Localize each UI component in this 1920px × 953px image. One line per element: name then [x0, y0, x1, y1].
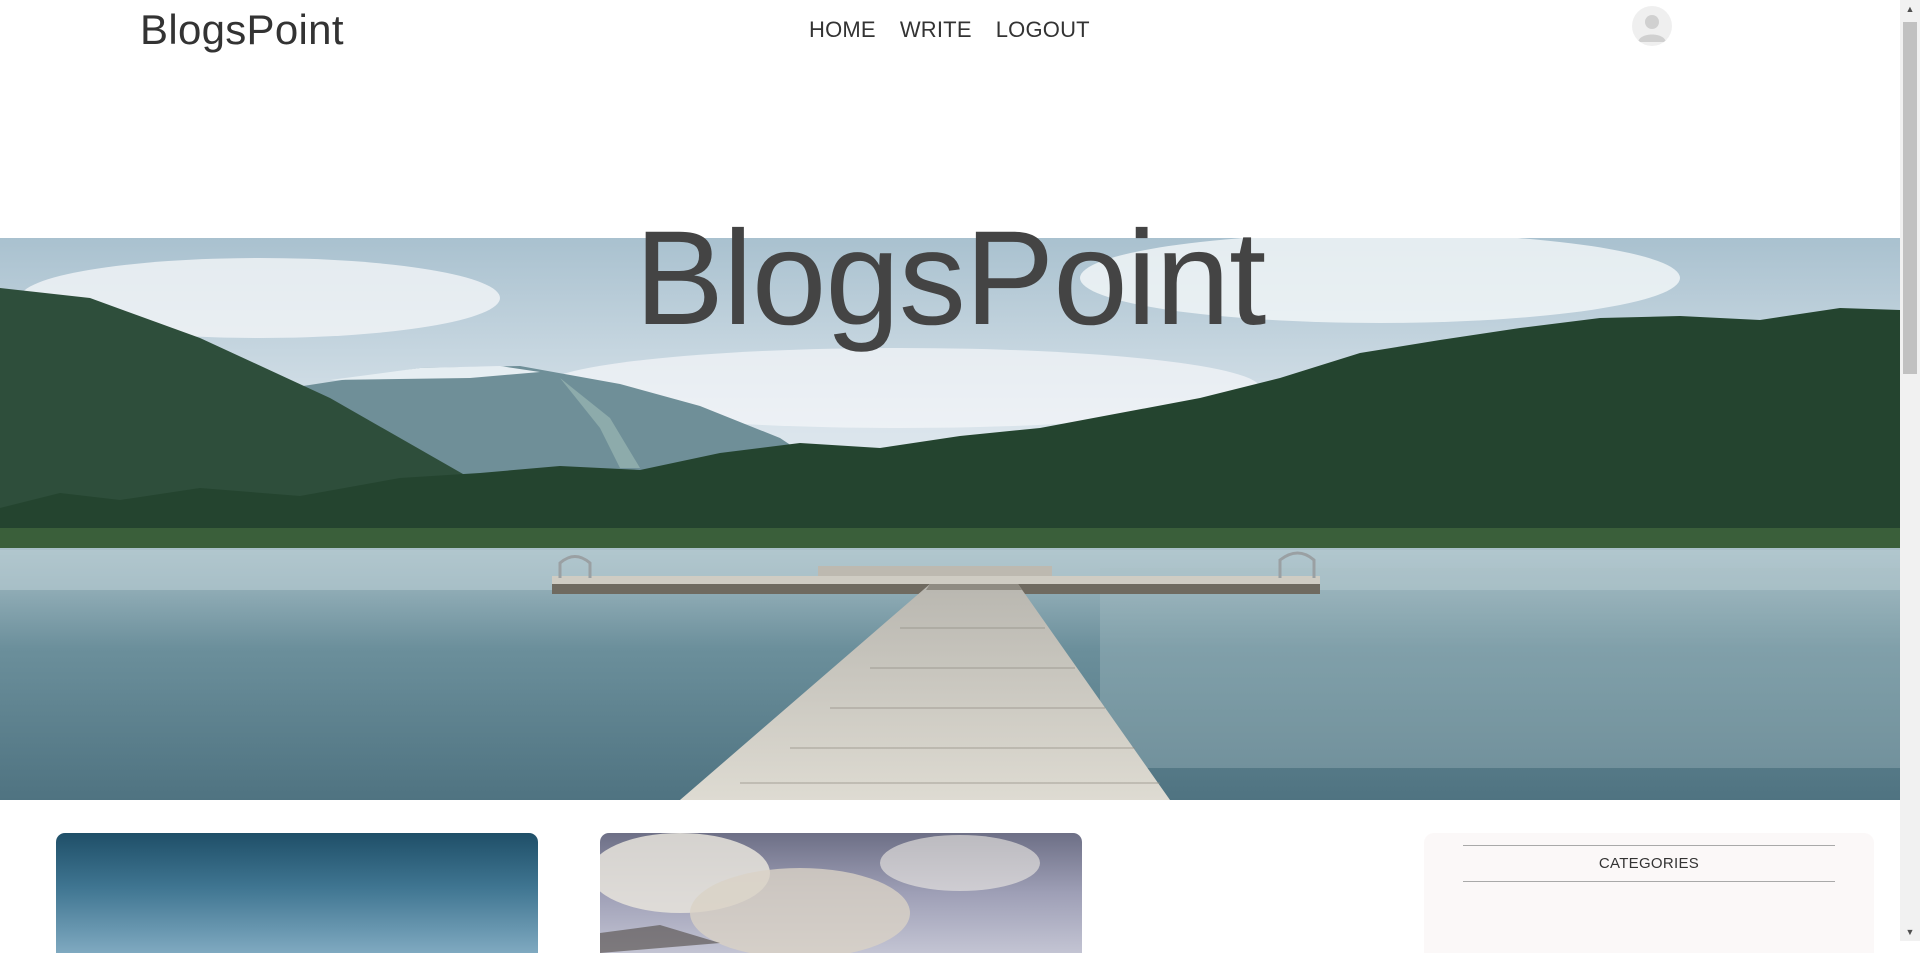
- user-avatar[interactable]: [1632, 6, 1672, 46]
- scroll-up-icon[interactable]: ▲: [1900, 0, 1920, 18]
- hero-title: BlogsPoint: [634, 204, 1267, 353]
- user-avatar-icon: [1638, 15, 1666, 42]
- site-logo[interactable]: BlogsPoint: [140, 6, 344, 54]
- nav-home-link[interactable]: HOME: [809, 17, 876, 43]
- clouds-image: [600, 833, 1040, 953]
- sidebar-categories-title: CATEGORIES: [1463, 845, 1835, 882]
- scroll-down-icon[interactable]: ▼: [1900, 923, 1920, 941]
- post-card-image[interactable]: [56, 833, 538, 953]
- page-scrollbar[interactable]: ▲ ▼: [1900, 0, 1920, 941]
- main-nav: HOME WRITE LOGOUT: [809, 17, 1090, 43]
- sidebar: CATEGORIES: [1424, 833, 1874, 953]
- scrollbar-thumb[interactable]: [1903, 22, 1917, 374]
- sky-image: [56, 833, 538, 953]
- nav-write-link[interactable]: WRITE: [900, 17, 972, 43]
- post-card-image[interactable]: [600, 833, 1082, 953]
- top-navbar: BlogsPoint HOME WRITE LOGOUT: [0, 0, 1900, 64]
- nav-logout-link[interactable]: LOGOUT: [996, 17, 1090, 43]
